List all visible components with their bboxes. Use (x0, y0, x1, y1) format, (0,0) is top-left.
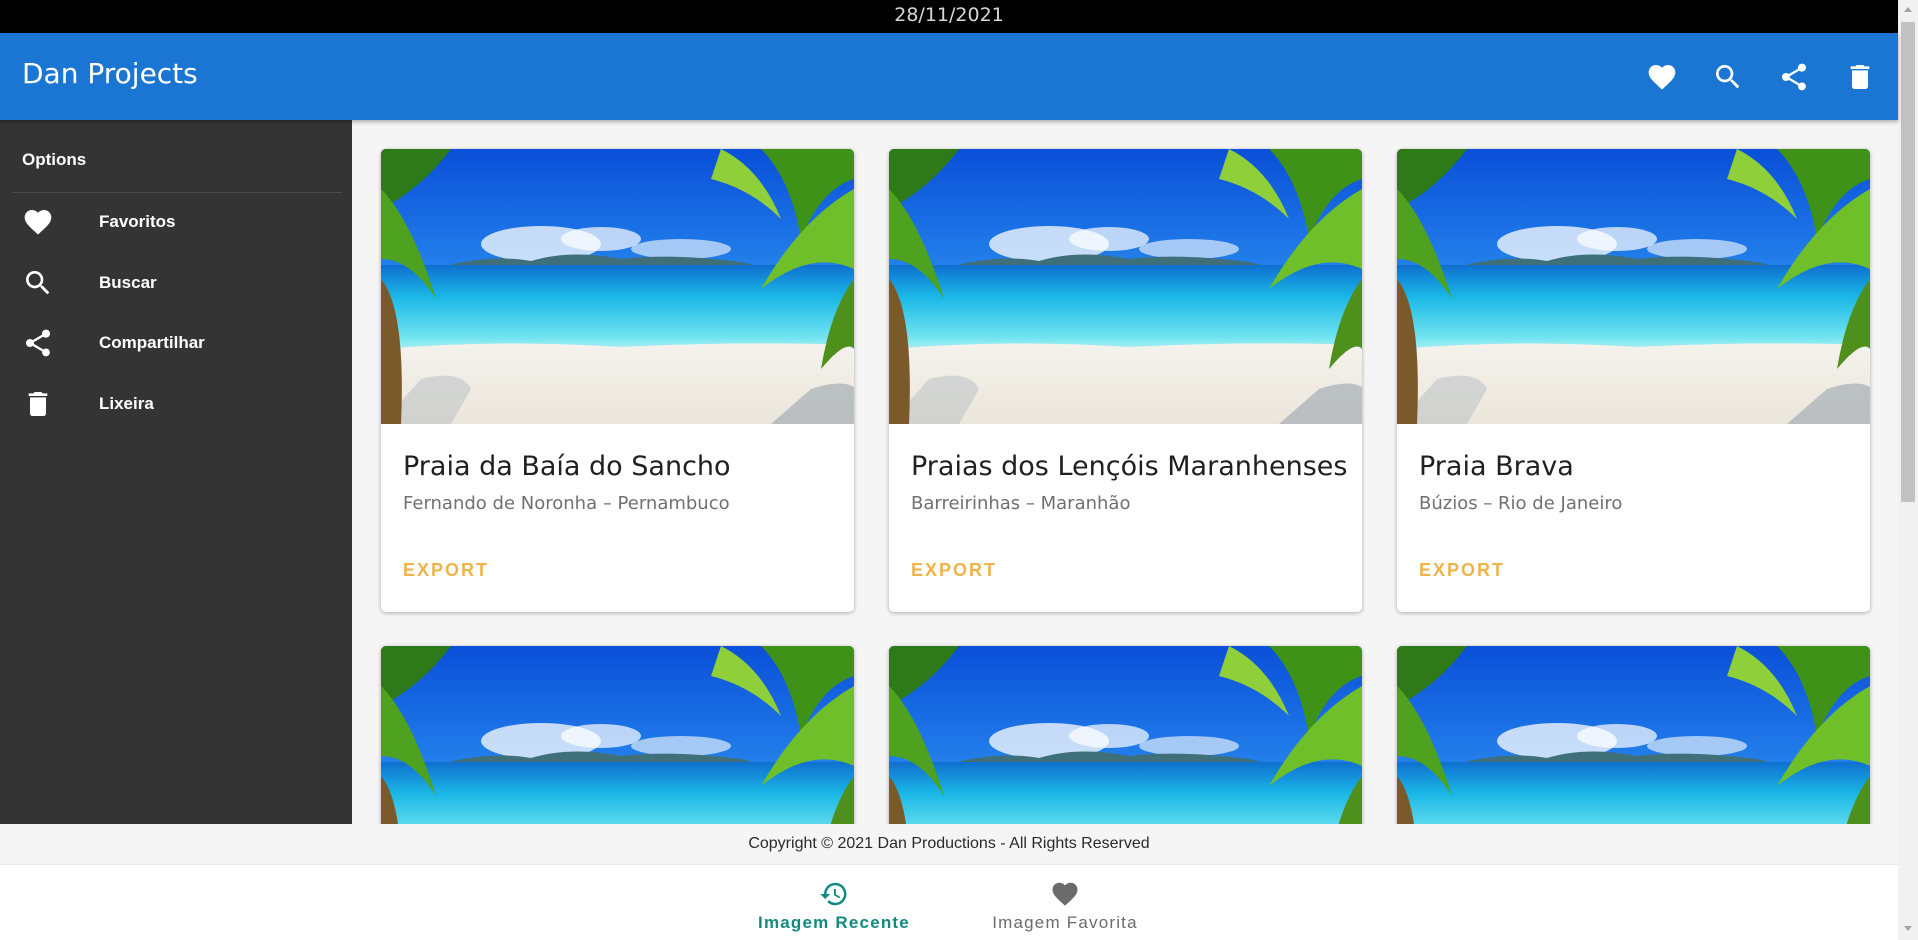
export-button[interactable]: EXPORT (393, 552, 499, 589)
card-title: Praia Brava (1419, 451, 1574, 482)
card (889, 646, 1362, 824)
trash-icon (22, 388, 54, 420)
scroll-up-arrow[interactable] (1904, 7, 1912, 12)
card-title: Praia da Baía do Sancho (403, 451, 731, 482)
card (1397, 646, 1870, 824)
app-root: 28/11/2021 Dan Projects Options Favorito… (0, 0, 1918, 940)
heart-icon (22, 206, 54, 238)
app-bar: Dan Projects (0, 33, 1898, 120)
trash-icon[interactable] (1843, 60, 1877, 94)
history-icon (819, 879, 849, 909)
bottom-nav-label: Imagem Favorita (992, 913, 1138, 932)
card (381, 646, 854, 824)
share-icon (22, 327, 54, 359)
export-button[interactable]: EXPORT (901, 552, 1007, 589)
card-subtitle: Fernando de Noronha – Pernambuco (403, 493, 730, 514)
search-icon (22, 267, 54, 299)
scroll-thumb[interactable] (1901, 22, 1915, 502)
sidebar-item-label: Compartilhar (99, 333, 205, 352)
status-date: 28/11/2021 (0, 0, 1898, 33)
card-image (889, 646, 1362, 824)
sidebar-item-label: Favoritos (99, 212, 176, 231)
card-image (1397, 646, 1870, 824)
app-title: Dan Projects (22, 57, 198, 90)
bottom-nav-recent[interactable]: Imagem Recente (744, 865, 924, 940)
card-title: Praias dos Lençóis Maranhenses (911, 451, 1348, 482)
export-button[interactable]: EXPORT (1409, 552, 1515, 589)
sidebar-item-buscar[interactable]: Buscar (0, 253, 352, 313)
sidebar-item-lixeira[interactable]: Lixeira (0, 374, 352, 434)
sidebar-item-compartilhar[interactable]: Compartilhar (0, 313, 352, 373)
page-scrollbar[interactable] (1898, 0, 1918, 940)
bottom-nav-favorite[interactable]: Imagem Favorita (974, 865, 1156, 940)
sidebar-item-favoritos[interactable]: Favoritos (0, 192, 352, 252)
search-icon[interactable] (1711, 60, 1745, 94)
card-image (889, 149, 1362, 424)
footer-copyright: Copyright © 2021 Dan Productions - All R… (0, 824, 1898, 864)
card-image (381, 646, 854, 824)
heart-icon[interactable] (1645, 60, 1679, 94)
scroll-down-arrow[interactable] (1904, 926, 1912, 931)
card-subtitle: Búzios – Rio de Janeiro (1419, 493, 1623, 514)
heart-icon (1050, 879, 1080, 909)
card: Praia Brava Búzios – Rio de Janeiro EXPO… (1397, 149, 1870, 612)
share-icon[interactable] (1777, 60, 1811, 94)
card-subtitle: Barreirinhas – Maranhão (911, 493, 1131, 514)
card-grid: Praia da Baía do Sancho Fernando de Noro… (352, 120, 1898, 824)
sidebar-title: Options (22, 150, 87, 169)
sidebar: Options Favoritos Buscar Compartilhar Li… (0, 120, 352, 824)
card-image (381, 149, 854, 424)
card-image (1397, 149, 1870, 424)
bottom-navigation: Imagem Recente Imagem Favorita (0, 864, 1898, 940)
card: Praias dos Lençóis Maranhenses Barreirin… (889, 149, 1362, 612)
bottom-nav-label: Imagem Recente (758, 913, 910, 932)
card: Praia da Baía do Sancho Fernando de Noro… (381, 149, 854, 612)
sidebar-item-label: Buscar (99, 273, 157, 292)
sidebar-item-label: Lixeira (99, 394, 154, 413)
